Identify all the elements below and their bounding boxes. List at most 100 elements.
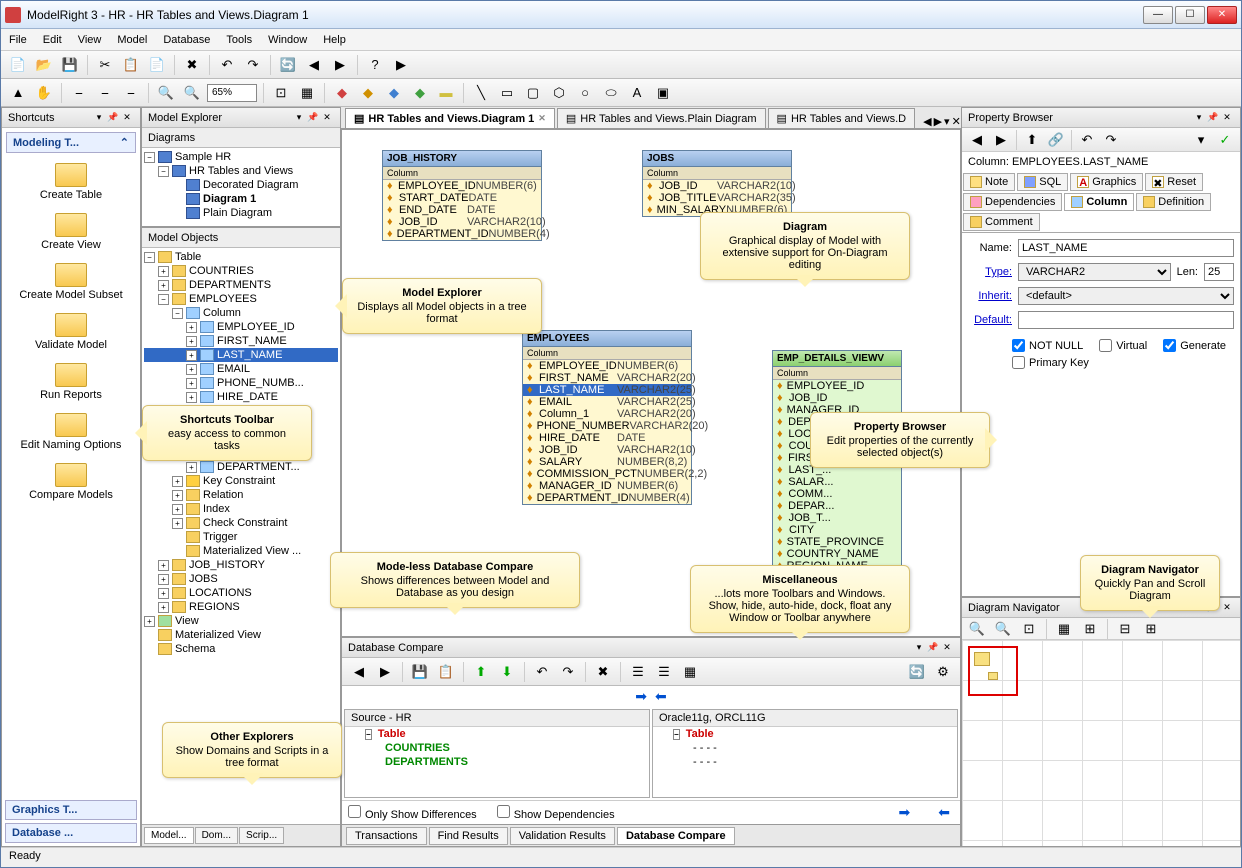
prop-tab-comment[interactable]: Comment [963, 213, 1040, 231]
check-icon[interactable]: ✓ [1214, 129, 1236, 151]
refresh-icon[interactable]: 🔄 [277, 54, 299, 76]
grid-icon[interactable]: ▦ [679, 661, 701, 683]
nav-fwd-icon[interactable]: ▶ [329, 54, 351, 76]
rect-icon[interactable]: ▭ [496, 82, 518, 104]
dbc-target-pane[interactable]: Oracle11g, ORCL11G − Table - - - - - - -… [652, 709, 958, 798]
diagrams-tree[interactable]: −Sample HR −HR Tables and Views Decorate… [142, 148, 340, 226]
navigator-canvas[interactable] [962, 640, 1240, 846]
undo-icon[interactable]: ↶ [1076, 129, 1098, 151]
close-icon[interactable]: ✕ [120, 111, 134, 125]
tab-menu-icon[interactable]: ▾ [944, 115, 950, 128]
sync-left-icon[interactable]: ⬅ [934, 804, 954, 821]
prop-name-input[interactable] [1018, 239, 1234, 257]
up-icon[interactable]: ⬆ [1021, 129, 1043, 151]
layout-icon[interactable]: ⊞ [1079, 618, 1101, 640]
cut-icon[interactable]: ✂ [94, 54, 116, 76]
shortcut-validate[interactable]: Validate Model [2, 307, 140, 357]
tab-nav-right-icon[interactable]: ▶ [934, 115, 942, 128]
redo-icon[interactable]: ↷ [242, 54, 264, 76]
prop-tab-definition[interactable]: Definition [1136, 193, 1211, 211]
up-arrow-icon[interactable]: ⬆ [470, 661, 492, 683]
close-button[interactable]: ✕ [1207, 6, 1237, 24]
hand-icon[interactable]: ✋ [33, 82, 55, 104]
grid-icon[interactable]: ▦ [1053, 618, 1075, 640]
only-diffs-checkbox[interactable]: Only Show Differences [348, 805, 477, 821]
nav-back-icon[interactable]: ◀ [303, 54, 325, 76]
zoom-out-icon[interactable]: 🔍 [181, 82, 203, 104]
pin-icon[interactable]: 📌 [106, 111, 120, 125]
zoom-in-icon[interactable]: 🔍 [966, 618, 988, 640]
fit-icon[interactable]: ⊡ [1018, 618, 1040, 640]
close-icon[interactable]: ✕ [952, 115, 961, 128]
doc-tab-3[interactable]: ▤HR Tables and Views.D [768, 108, 916, 128]
shape5-icon[interactable]: ▬ [435, 82, 457, 104]
gear-icon[interactable]: ⚙ [932, 661, 954, 683]
shortcuts-tab-modeling[interactable]: Modeling T...⌃ [6, 132, 136, 153]
dropdown-icon[interactable]: ▾ [1192, 111, 1206, 125]
list-icon[interactable]: ☰ [627, 661, 649, 683]
undo-icon[interactable]: ↶ [216, 54, 238, 76]
menu-help[interactable]: Help [323, 34, 346, 46]
circle-icon[interactable]: ⬭ [600, 82, 622, 104]
close-tab-icon[interactable]: ✕ [538, 113, 546, 124]
copy-icon[interactable]: 📋 [435, 661, 457, 683]
dropdown-icon[interactable]: ▾ [292, 111, 306, 125]
prop-inherit-select[interactable]: <default> [1018, 287, 1234, 305]
prop-len-input[interactable] [1204, 263, 1234, 281]
shape1-icon[interactable]: ◆ [331, 82, 353, 104]
mini-tab-model[interactable]: Model... [144, 827, 194, 844]
check-virtual[interactable]: Virtual [1099, 339, 1147, 352]
prop-default-input[interactable] [1018, 311, 1234, 329]
tab-find-results[interactable]: Find Results [429, 827, 508, 845]
tab-nav-left-icon[interactable]: ◀ [923, 115, 931, 128]
prop-type-select[interactable]: VARCHAR2 [1018, 263, 1171, 281]
menu-icon[interactable]: ▾ [1190, 129, 1212, 151]
shortcut-reports[interactable]: Run Reports [2, 357, 140, 407]
nav-fwd-icon[interactable]: ▶ [990, 129, 1012, 151]
undo-icon[interactable]: ↶ [531, 661, 553, 683]
pin-icon[interactable]: 📌 [1206, 111, 1220, 125]
dropdown-icon[interactable]: ▾ [92, 111, 106, 125]
shape3-icon[interactable]: ◆ [383, 82, 405, 104]
mini-tab-domains[interactable]: Dom... [195, 827, 238, 844]
redo-icon[interactable]: ↷ [557, 661, 579, 683]
roundrect-icon[interactable]: ▢ [522, 82, 544, 104]
play-icon[interactable]: ▶ [390, 54, 412, 76]
entity-jobs[interactable]: JOBS Column ♦JOB_IDVARCHAR2(10)♦JOB_TITL… [642, 150, 792, 217]
open-icon[interactable]: 📂 [33, 54, 55, 76]
zoom-level[interactable]: 65% [207, 84, 257, 102]
shortcut-create-subset[interactable]: Create Model Subset [2, 257, 140, 307]
menu-window[interactable]: Window [268, 34, 307, 46]
nav-back-icon[interactable]: ◀ [348, 661, 370, 683]
link-icon[interactable]: 🔗 [1045, 129, 1067, 151]
delete-icon[interactable]: ✖ [181, 54, 203, 76]
sync-left-icon[interactable]: ⬅ [651, 688, 671, 705]
menu-database[interactable]: Database [163, 34, 210, 46]
doc-tab-2[interactable]: ▤HR Tables and Views.Plain Diagram [557, 108, 766, 128]
delete-icon[interactable]: ✖ [592, 661, 614, 683]
shortcut-create-table[interactable]: Create Table [2, 157, 140, 207]
menu-edit[interactable]: Edit [43, 34, 62, 46]
fit-icon[interactable]: ⊡ [270, 82, 292, 104]
shortcut-naming[interactable]: Edit Naming Options [2, 407, 140, 457]
nav-back-icon[interactable]: ◀ [966, 129, 988, 151]
prop-tab-sql[interactable]: SQL [1017, 173, 1068, 191]
sync-right-icon[interactable]: ➡ [895, 804, 915, 821]
shape2-icon[interactable]: ◆ [357, 82, 379, 104]
menu-view[interactable]: View [78, 34, 102, 46]
pin-icon[interactable]: 📌 [306, 111, 320, 125]
copy-icon[interactable]: 📋 [120, 54, 142, 76]
nav-fwd-icon[interactable]: ▶ [374, 661, 396, 683]
refresh-icon[interactable]: 🔄 [906, 661, 928, 683]
dropdown-icon[interactable]: ▾ [912, 641, 926, 655]
zoom-in-icon[interactable]: 🔍 [155, 82, 177, 104]
hex-icon[interactable]: ⬡ [548, 82, 570, 104]
tab-transactions[interactable]: Transactions [346, 827, 427, 845]
save-icon[interactable]: 💾 [59, 54, 81, 76]
check-notnull[interactable]: NOT NULL [1012, 339, 1083, 352]
show-deps-checkbox[interactable]: Show Dependencies [497, 805, 615, 821]
zoom-out-icon[interactable]: 🔍 [992, 618, 1014, 640]
save-icon[interactable]: 💾 [409, 661, 431, 683]
close-icon[interactable]: ✕ [320, 111, 334, 125]
prop-tab-column[interactable]: Column [1064, 193, 1134, 211]
